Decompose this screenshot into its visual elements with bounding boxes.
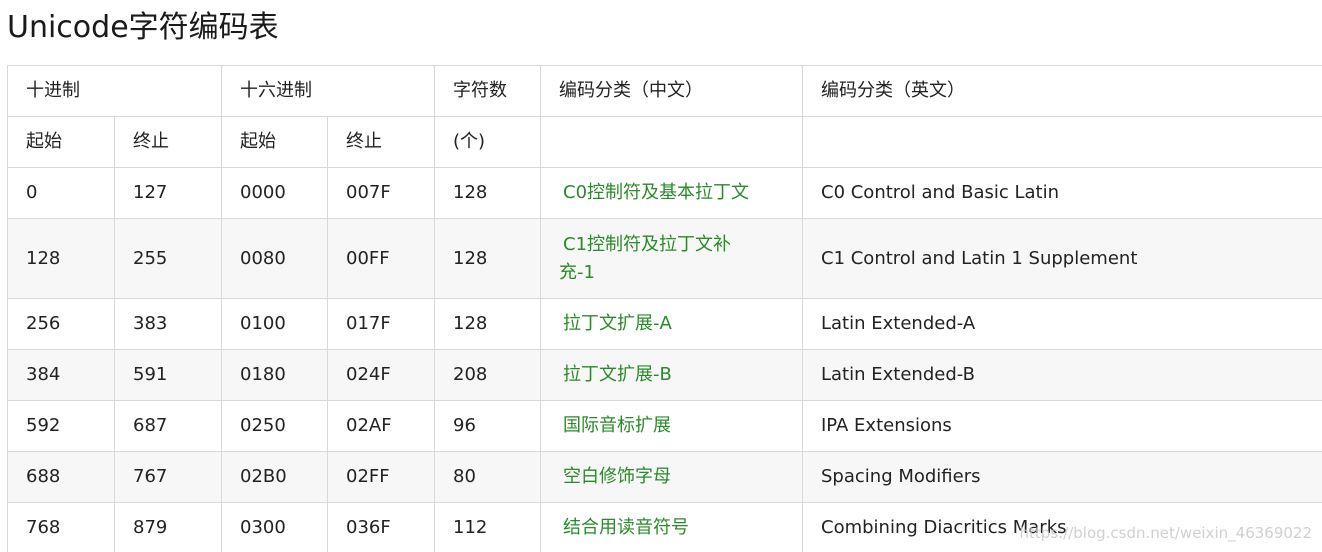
watermark: https://blog.csdn.net/weixin_46369022 bbox=[1019, 524, 1312, 542]
category-cn-cell: 空白修饰字母 bbox=[540, 451, 803, 503]
hex-end-cell: 02AF bbox=[327, 400, 435, 452]
hex-start-cell: 0000 bbox=[221, 167, 328, 219]
count-cell: 128 bbox=[434, 298, 541, 350]
category-cn-cell: 拉丁文扩展-A bbox=[540, 298, 803, 350]
table-row: 384 591 0180 024F 208 拉丁文扩展-B Latin Exte… bbox=[7, 349, 1322, 401]
count-cell: 112 bbox=[434, 502, 541, 552]
hex-start-cell: 0250 bbox=[221, 400, 328, 452]
category-en-cell: C1 Control and Latin 1 Supplement bbox=[802, 218, 1322, 299]
header-dec-start: 起始 bbox=[7, 116, 115, 168]
category-cn-link[interactable]: 国际音标扩展 bbox=[559, 412, 671, 440]
header-row-2: 起始 终止 起始 终止 (个) bbox=[7, 116, 1322, 168]
hex-end-cell: 02FF bbox=[327, 451, 435, 503]
category-cn-cell: 拉丁文扩展-B bbox=[540, 349, 803, 401]
hex-start-cell: 0080 bbox=[221, 218, 328, 299]
dec-end-cell: 127 bbox=[114, 167, 222, 219]
page-title: Unicode字符编码表 bbox=[7, 10, 279, 45]
hex-start-cell: 0180 bbox=[221, 349, 328, 401]
table-row: 688 767 02B0 02FF 80 空白修饰字母 Spacing Modi… bbox=[7, 451, 1322, 503]
dec-end-cell: 383 bbox=[114, 298, 222, 350]
dec-start-cell: 688 bbox=[7, 451, 115, 503]
header-hex-end: 终止 bbox=[327, 116, 435, 168]
category-cn-cell: 结合用读音符号 bbox=[540, 502, 803, 552]
header-count-unit: (个) bbox=[434, 116, 541, 168]
header-category-en: 编码分类（英文） bbox=[802, 65, 1322, 117]
category-cn-cell: 国际音标扩展 bbox=[540, 400, 803, 452]
dec-start-cell: 384 bbox=[7, 349, 115, 401]
count-cell: 80 bbox=[434, 451, 541, 503]
dec-end-cell: 255 bbox=[114, 218, 222, 299]
dec-start-cell: 0 bbox=[7, 167, 115, 219]
category-cn-link[interactable]: 空白修饰字母 bbox=[559, 463, 671, 491]
header-hex: 十六进制 bbox=[221, 65, 435, 117]
hex-end-cell: 017F bbox=[327, 298, 435, 350]
category-cn-link[interactable]: 拉丁文扩展-A bbox=[559, 310, 672, 338]
hex-end-cell: 00FF bbox=[327, 218, 435, 299]
header-empty-cn bbox=[540, 116, 803, 168]
hex-start-cell: 0300 bbox=[221, 502, 328, 552]
hex-end-cell: 024F bbox=[327, 349, 435, 401]
hex-start-cell: 02B0 bbox=[221, 451, 328, 503]
header-category-cn: 编码分类（中文） bbox=[540, 65, 803, 117]
hex-end-cell: 007F bbox=[327, 167, 435, 219]
category-cn-link[interactable]: C1控制符及拉丁文补充-1 bbox=[559, 231, 742, 287]
table-row: 128 255 0080 00FF 128 C1控制符及拉丁文补充-1 C1 C… bbox=[7, 218, 1322, 299]
category-en-cell: Latin Extended-A bbox=[802, 298, 1322, 350]
category-en-cell: Spacing Modifiers bbox=[802, 451, 1322, 503]
count-cell: 128 bbox=[434, 167, 541, 219]
category-en-cell: Latin Extended-B bbox=[802, 349, 1322, 401]
category-cn-cell: C0控制符及基本拉丁文 bbox=[540, 167, 803, 219]
category-cn-link[interactable]: 拉丁文扩展-B bbox=[559, 361, 672, 389]
unicode-table: 十进制 十六进制 字符数 编码分类（中文） 编码分类（英文） 起始 终止 起始 … bbox=[7, 65, 1322, 552]
table-row: 0 127 0000 007F 128 C0控制符及基本拉丁文 C0 Contr… bbox=[7, 167, 1322, 219]
table-row: 256 383 0100 017F 128 拉丁文扩展-A Latin Exte… bbox=[7, 298, 1322, 350]
header-hex-start: 起始 bbox=[221, 116, 328, 168]
dec-start-cell: 256 bbox=[7, 298, 115, 350]
count-cell: 128 bbox=[434, 218, 541, 299]
header-empty-en bbox=[802, 116, 1322, 168]
dec-start-cell: 128 bbox=[7, 218, 115, 299]
dec-start-cell: 768 bbox=[7, 502, 115, 552]
count-cell: 96 bbox=[434, 400, 541, 452]
category-cn-link[interactable]: C0控制符及基本拉丁文 bbox=[559, 179, 749, 207]
dec-end-cell: 767 bbox=[114, 451, 222, 503]
header-dec-end: 终止 bbox=[114, 116, 222, 168]
category-en-cell: C0 Control and Basic Latin bbox=[802, 167, 1322, 219]
category-cn-cell: C1控制符及拉丁文补充-1 bbox=[540, 218, 803, 299]
category-en-cell: IPA Extensions bbox=[802, 400, 1322, 452]
category-cn-link[interactable]: 结合用读音符号 bbox=[559, 514, 689, 542]
header-count: 字符数 bbox=[434, 65, 541, 117]
hex-end-cell: 036F bbox=[327, 502, 435, 552]
count-cell: 208 bbox=[434, 349, 541, 401]
dec-end-cell: 591 bbox=[114, 349, 222, 401]
header-row-1: 十进制 十六进制 字符数 编码分类（中文） 编码分类（英文） bbox=[7, 65, 1322, 117]
dec-end-cell: 687 bbox=[114, 400, 222, 452]
dec-end-cell: 879 bbox=[114, 502, 222, 552]
header-decimal: 十进制 bbox=[7, 65, 222, 117]
table-row: 592 687 0250 02AF 96 国际音标扩展 IPA Extensio… bbox=[7, 400, 1322, 452]
dec-start-cell: 592 bbox=[7, 400, 115, 452]
hex-start-cell: 0100 bbox=[221, 298, 328, 350]
